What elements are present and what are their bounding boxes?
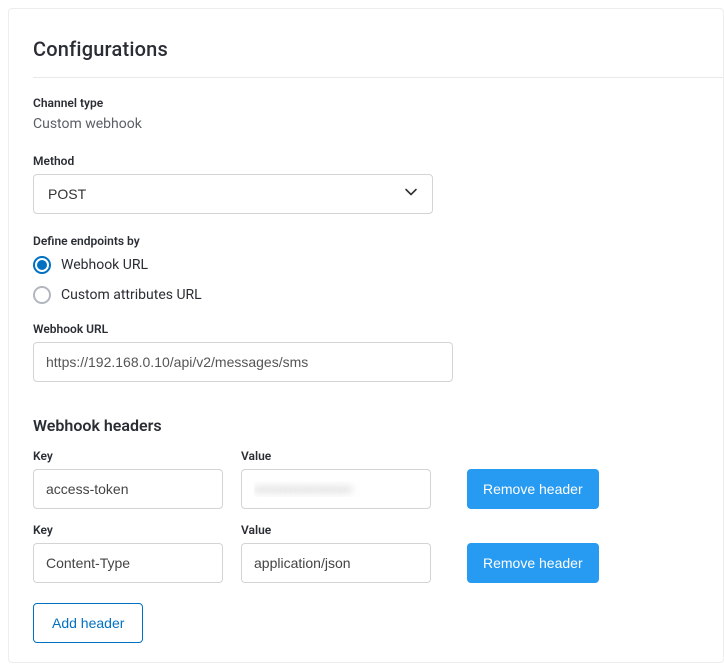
header-key-input[interactable] [33, 543, 223, 583]
radio-webhook-url[interactable]: Webhook URL [33, 256, 723, 274]
divider [33, 77, 723, 78]
header-row: Key Value Remove header [33, 523, 723, 583]
add-header-button[interactable]: Add header [33, 603, 143, 643]
channel-type-value: Custom webhook [33, 116, 723, 132]
radio-label-custom-attributes: Custom attributes URL [61, 287, 202, 303]
configurations-panel: Configurations Channel type Custom webho… [8, 8, 724, 663]
radio-icon-unchecked [33, 286, 51, 304]
webhook-url-input[interactable] [33, 342, 453, 382]
method-label: Method [33, 154, 723, 168]
header-value-input[interactable] [241, 543, 431, 583]
endpoint-type-field: Define endpoints by Webhook URL Custom a… [33, 234, 723, 304]
radio-label-webhook-url: Webhook URL [61, 257, 148, 273]
header-value-input[interactable] [241, 469, 431, 509]
method-field: Method POST [33, 154, 723, 214]
header-value-label: Value [241, 523, 431, 537]
webhook-url-field: Webhook URL [33, 322, 723, 382]
method-select[interactable]: POST [33, 174, 433, 214]
header-row: Key Value Remove header [33, 449, 723, 509]
remove-header-button[interactable]: Remove header [467, 543, 599, 583]
page-title: Configurations [33, 37, 723, 61]
radio-custom-attributes-url[interactable]: Custom attributes URL [33, 286, 723, 304]
header-key-label: Key [33, 449, 223, 463]
remove-header-button[interactable]: Remove header [467, 469, 599, 509]
endpoint-label: Define endpoints by [33, 234, 723, 248]
header-key-label: Key [33, 523, 223, 537]
radio-icon-checked [33, 256, 51, 274]
header-value-label: Value [241, 449, 431, 463]
webhook-url-label: Webhook URL [33, 322, 723, 336]
channel-type-field: Channel type Custom webhook [33, 96, 723, 132]
header-key-input[interactable] [33, 469, 223, 509]
channel-type-label: Channel type [33, 96, 723, 110]
webhook-headers-title: Webhook headers [33, 416, 723, 435]
